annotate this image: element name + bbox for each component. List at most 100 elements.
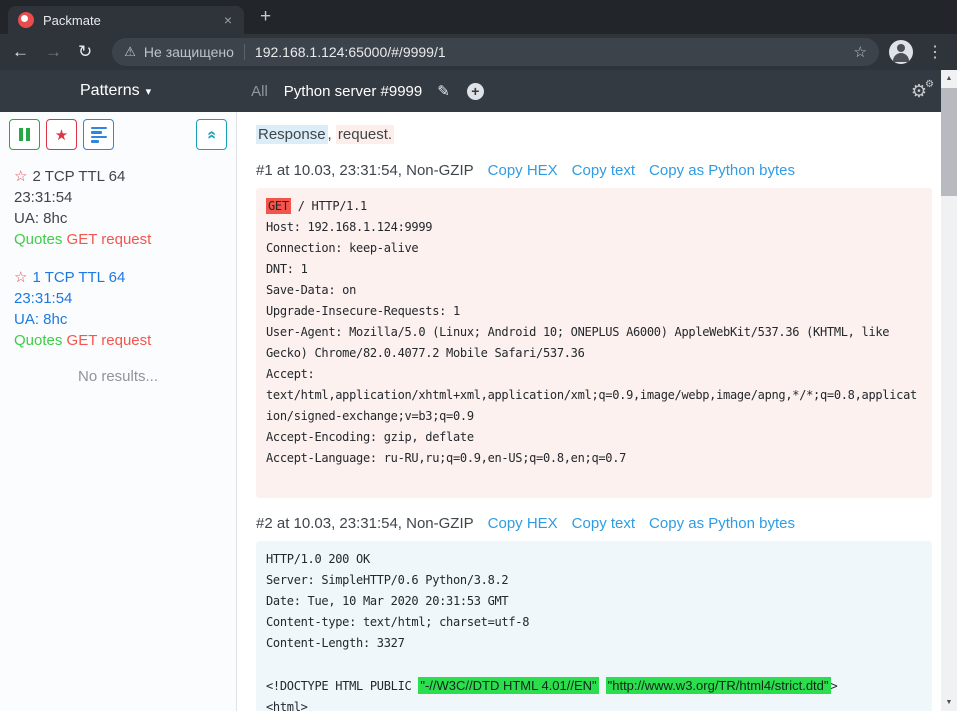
favorite-star-icon[interactable]: ☆ (14, 168, 27, 185)
body-text: / HTTP/1.1 (291, 199, 367, 213)
packet-body-line: text/html,application/xhtml+xml,applicat… (266, 385, 922, 406)
copy-link-copy-hex[interactable]: Copy HEX (488, 515, 558, 532)
body-text (599, 679, 606, 693)
browser-menu-icon[interactable]: ⋮ (927, 42, 943, 62)
back-icon[interactable]: ← (12, 42, 29, 62)
align-left-icon (91, 127, 107, 143)
packet-body-line (266, 654, 922, 675)
packet-body-line: User-Agent: Mozilla/5.0 (Linux; Android … (266, 322, 922, 343)
pause-icon (19, 128, 30, 141)
scrollbar-thumb[interactable] (941, 88, 957, 196)
packet-body-line: Content-Length: 3327 (266, 633, 922, 654)
pattern-tag: Quotes (14, 332, 62, 349)
url-text[interactable]: 192.168.1.124:65000/#/9999/1 (255, 44, 854, 60)
tab-close-icon[interactable]: × (222, 12, 234, 28)
packmate-favicon-icon (18, 12, 34, 28)
packet-item-ua: UA: 8hc (14, 208, 222, 229)
sidebar-toolbar: ★ « (0, 112, 236, 150)
packet-item-title-text: 1 TCP TTL 64 (32, 269, 125, 286)
packet-body-request: GET / HTTP/1.1Host: 192.168.1.124:9999Co… (256, 188, 932, 498)
packet-body-line: Content-type: text/html; charset=utf-8 (266, 612, 922, 633)
pattern-tag: GET request (67, 231, 152, 248)
scroll-up-icon[interactable]: ▲ (941, 71, 957, 86)
star-icon: ★ (55, 126, 68, 144)
app-navbar: Patterns ▾ All Python server #9999 ✎ + ⚙… (0, 70, 941, 112)
body-text: text/html,application/xhtml+xml,applicat… (266, 388, 917, 402)
packet-item-tags: Quotes GET request (14, 330, 222, 351)
copy-link-copy-text[interactable]: Copy text (572, 515, 635, 532)
favorite-star-icon[interactable]: ☆ (14, 269, 27, 286)
patterns-label: Patterns (80, 82, 140, 100)
bookmark-star-icon[interactable]: ☆ (854, 43, 867, 61)
packet-sections: #1 at 10.03, 23:31:54, Non-GZIP Copy HEX C… (256, 162, 941, 711)
packet-body-line: <!DOCTYPE HTML PUBLIC "-//W3C//DTD HTML … (266, 675, 922, 697)
highlighted-match: "http://www.w3.org/TR/html4/strict.dtd" (606, 677, 831, 694)
tab-all-channels[interactable]: All (251, 83, 268, 100)
favorites-filter-button[interactable]: ★ (46, 119, 77, 150)
browser-tab-bar: Packmate × + (0, 0, 957, 34)
pause-capture-button[interactable] (9, 119, 40, 150)
collapse-button[interactable]: « (196, 119, 227, 150)
edit-channel-icon[interactable]: ✎ (437, 82, 450, 100)
profile-avatar[interactable] (889, 40, 913, 64)
double-chevron-up-icon: « (203, 130, 221, 139)
body-text: DNT: 1 (266, 262, 308, 276)
tab-title: Packmate (43, 13, 222, 28)
body-text: ion/signed-exchange;v=b3;q=0.9 (266, 409, 474, 423)
no-results-label: No results... (0, 368, 236, 385)
legend-segment: request. (336, 125, 394, 144)
settings-gears-icon[interactable]: ⚙ ⚙ (911, 81, 927, 102)
copy-link-copy-as-python-bytes[interactable]: Copy as Python bytes (649, 515, 795, 532)
packet-header: #1 at 10.03, 23:31:54, Non-GZIP Copy HEX C… (256, 162, 941, 179)
packet-body-response: HTTP/1.0 200 OK Server: SimpleHTTP/0.6 Py… (256, 541, 932, 711)
body-text: <!DOCTYPE HTML PUBLIC (266, 679, 418, 693)
body-text: Accept: (266, 367, 314, 381)
add-channel-button[interactable]: + (467, 83, 484, 100)
tab-current-channel[interactable]: Python server #9999 (284, 83, 422, 100)
pattern-tag: GET request (67, 332, 152, 349)
body-text: Upgrade-Insecure-Requests: 1 (266, 304, 460, 318)
address-bar[interactable]: ⚠ Не защищено 192.168.1.124:65000/#/9999… (112, 38, 879, 66)
content-area: ★ « ☆2 TCP TTL 6423:31:54UA: 8hcQuotes G… (0, 112, 941, 711)
body-text: HTTP/1.0 200 OK (266, 552, 370, 566)
body-text: Content-Length: 3327 (266, 636, 405, 650)
body-text: Gecko) Chrome/82.0.4077.2 Mobile Safari/… (266, 346, 585, 360)
copy-link-copy-text[interactable]: Copy text (572, 162, 635, 179)
copy-link-copy-hex[interactable]: Copy HEX (488, 162, 558, 179)
copy-link-copy-as-python-bytes[interactable]: Copy as Python bytes (649, 162, 795, 179)
patterns-dropdown[interactable]: Patterns ▾ (80, 82, 151, 100)
packet-body-line: Upgrade-Insecure-Requests: 1 (266, 301, 922, 322)
security-label[interactable]: Не защищено (144, 44, 234, 60)
packet-body-line (266, 469, 922, 490)
pattern-legend: Response, request. (256, 125, 941, 145)
legend-segment: , (328, 126, 336, 143)
packet-body-line: Date: Tue, 10 Mar 2020 20:31:53 GMT (266, 591, 922, 612)
packet-body-line: Accept-Language: ru-RU,ru;q=0.9,en-US;q=… (266, 448, 922, 469)
packet-list-item[interactable]: ☆1 TCP TTL 6423:31:54UA: 8hcQuotes GET r… (14, 267, 222, 351)
list-filter-button[interactable] (83, 119, 114, 150)
browser-tab[interactable]: Packmate × (8, 6, 244, 34)
body-text: Save-Data: on (266, 283, 356, 297)
new-tab-button[interactable]: + (260, 4, 271, 30)
packet-list: ☆2 TCP TTL 6423:31:54UA: 8hcQuotes GET r… (0, 150, 236, 351)
forward-icon[interactable]: → (45, 42, 62, 62)
packet-item-title: ☆2 TCP TTL 64 (14, 166, 222, 187)
highlighted-match: "-//W3C//DTD HTML 4.01//EN" (418, 677, 598, 694)
packet-list-item[interactable]: ☆2 TCP TTL 6423:31:54UA: 8hcQuotes GET r… (14, 166, 222, 250)
scroll-down-icon[interactable]: ▼ (941, 695, 957, 710)
packet-meta: #1 at 10.03, 23:31:54, Non-GZIP (256, 162, 474, 179)
gear-small-icon: ⚙ (925, 79, 934, 90)
packet-meta: #2 at 10.03, 23:31:54, Non-GZIP (256, 515, 474, 532)
page-scrollbar[interactable]: ▲ ▼ (941, 70, 957, 711)
packet-body-line: ion/signed-exchange;v=b3;q=0.9 (266, 406, 922, 427)
chevron-down-icon: ▾ (146, 85, 152, 98)
body-text: Date: Tue, 10 Mar 2020 20:31:53 GMT (266, 594, 508, 608)
body-text: > (831, 679, 838, 693)
packet-body-line: Server: SimpleHTTP/0.6 Python/3.8.2 (266, 570, 922, 591)
packet-body-line: Host: 192.168.1.124:9999 (266, 217, 922, 238)
pattern-tag: Quotes (14, 231, 62, 248)
reload-icon[interactable]: ↻ (78, 42, 92, 62)
packet-item-title: ☆ 1 TCP TTL 64 (14, 267, 222, 288)
body-text: Accept-Encoding: gzip, deflate (266, 430, 474, 444)
omnibox-divider (244, 44, 245, 60)
